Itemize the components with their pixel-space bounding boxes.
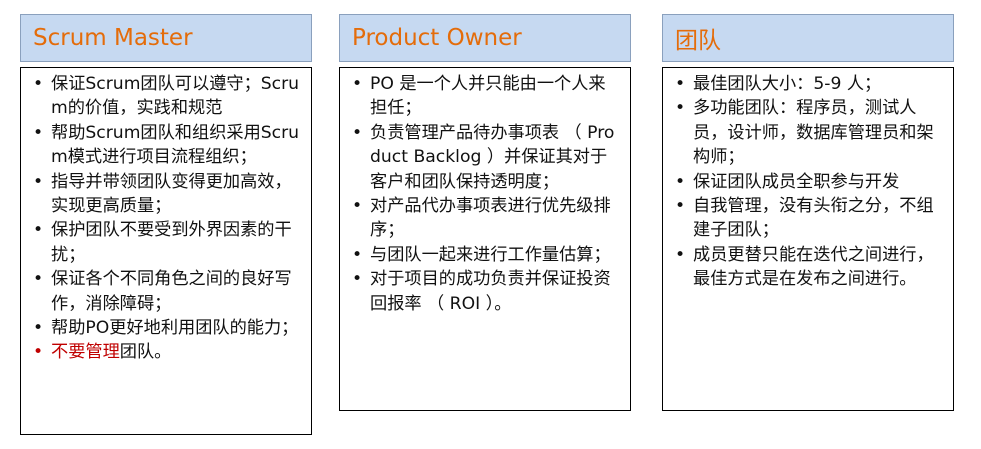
bullet-icon: • xyxy=(33,342,44,363)
header-title: Scrum Master xyxy=(33,25,193,51)
list-item: • PO 是一个人并只能由一个人来担任； xyxy=(352,74,606,119)
list-item: • 对产品代办事项表进行优先级排序； xyxy=(352,196,611,241)
bullet-icon: • xyxy=(352,196,363,217)
header-team: 团队 xyxy=(662,14,954,62)
bullet-icon: • xyxy=(352,244,363,265)
list-item: • 自我管理，没有头衔之分，不组建子团队； xyxy=(675,196,934,241)
list-item: • 帮助Scrum团队和组织采用Scrum模式进行项目流程组织； xyxy=(33,122,300,168)
bullet-icon: • xyxy=(352,74,363,94)
list-item: • 帮助PO更好地利用团队的能力； xyxy=(29,316,303,340)
box-scrum-master: • 保证Scrum团队可以遵守；Scrum的价值，实践和规范 • 帮助Scrum团队… xyxy=(20,67,312,435)
bullet-icon: • xyxy=(675,196,686,217)
bullet-icon: • xyxy=(33,318,44,339)
bullet-icon: • xyxy=(33,122,44,143)
header-scrum-master: Scrum Master xyxy=(20,14,312,62)
list-item: • 与团队一起来进行工作量估算； xyxy=(348,243,622,267)
list-item: • 保证团队成员全职参与开发 xyxy=(671,170,945,194)
header-title: 团队 xyxy=(675,28,721,54)
bullet-icon: • xyxy=(352,269,363,290)
list-item: • 多功能团队：程序员，测试人员，设计师，数据库管理员和架构师； xyxy=(675,98,934,168)
header-title: Product Owner xyxy=(352,25,522,51)
bullet-list: • 最佳团队大小：5-9 人； • 多功能团队：程序员，测试人员，设计师，数据库管理… xyxy=(671,72,945,292)
item-rest-text: 团队。 xyxy=(119,342,172,363)
list-item: • 最佳团队大小：5-9 人； xyxy=(671,72,945,96)
header-product-owner: Product Owner xyxy=(339,14,631,62)
list-item: • 负责管理产品待办事项表 （ Product Backlog ）并保证其对于客户… xyxy=(352,122,615,192)
bullet-icon: • xyxy=(33,220,44,241)
list-item: • 保护团队不要受到外界因素的干扰； xyxy=(33,220,292,265)
bullet-icon: • xyxy=(675,98,686,119)
bullet-list: • PO 是一个人并只能由一个人来担任； • 负责管理产品待办事项表 （ Produ… xyxy=(348,72,622,316)
highlight-text: 不要管理 xyxy=(51,342,120,363)
bullet-icon: • xyxy=(33,269,44,290)
bullet-list: • 保证Scrum团队可以遵守；Scrum的价值，实践和规范 • 帮助Scrum团队… xyxy=(29,72,303,365)
list-item: • 对于项目的成功负责并保证投资回报率 （ ROI ）。 xyxy=(352,269,611,314)
list-item: • 成员更替只能在迭代之间进行，最佳方式是在发布之间进行。 xyxy=(675,244,934,290)
box-team: • 最佳团队大小：5-9 人； • 多功能团队：程序员，测试人员，设计师，数据库管理… xyxy=(662,67,954,411)
list-item: • 保证各个不同角色之间的良好写作，消除障碍； xyxy=(33,269,292,314)
bullet-icon: • xyxy=(675,171,686,192)
bullet-icon: • xyxy=(33,74,44,94)
list-item-highlight: • 不要管理团队。 xyxy=(29,340,303,364)
box-product-owner: • PO 是一个人并只能由一个人来担任； • 负责管理产品待办事项表 （ Produ… xyxy=(339,67,631,411)
bullet-icon: • xyxy=(33,171,44,192)
list-item: • 指导并带领团队变得更加高效，实现更高质量； xyxy=(33,171,292,217)
bullet-icon: • xyxy=(675,74,686,94)
bullet-icon: • xyxy=(675,244,686,265)
list-item: • 保证Scrum团队可以遵守；Scrum的价值，实践和规范 xyxy=(33,74,300,119)
bullet-icon: • xyxy=(352,122,363,143)
